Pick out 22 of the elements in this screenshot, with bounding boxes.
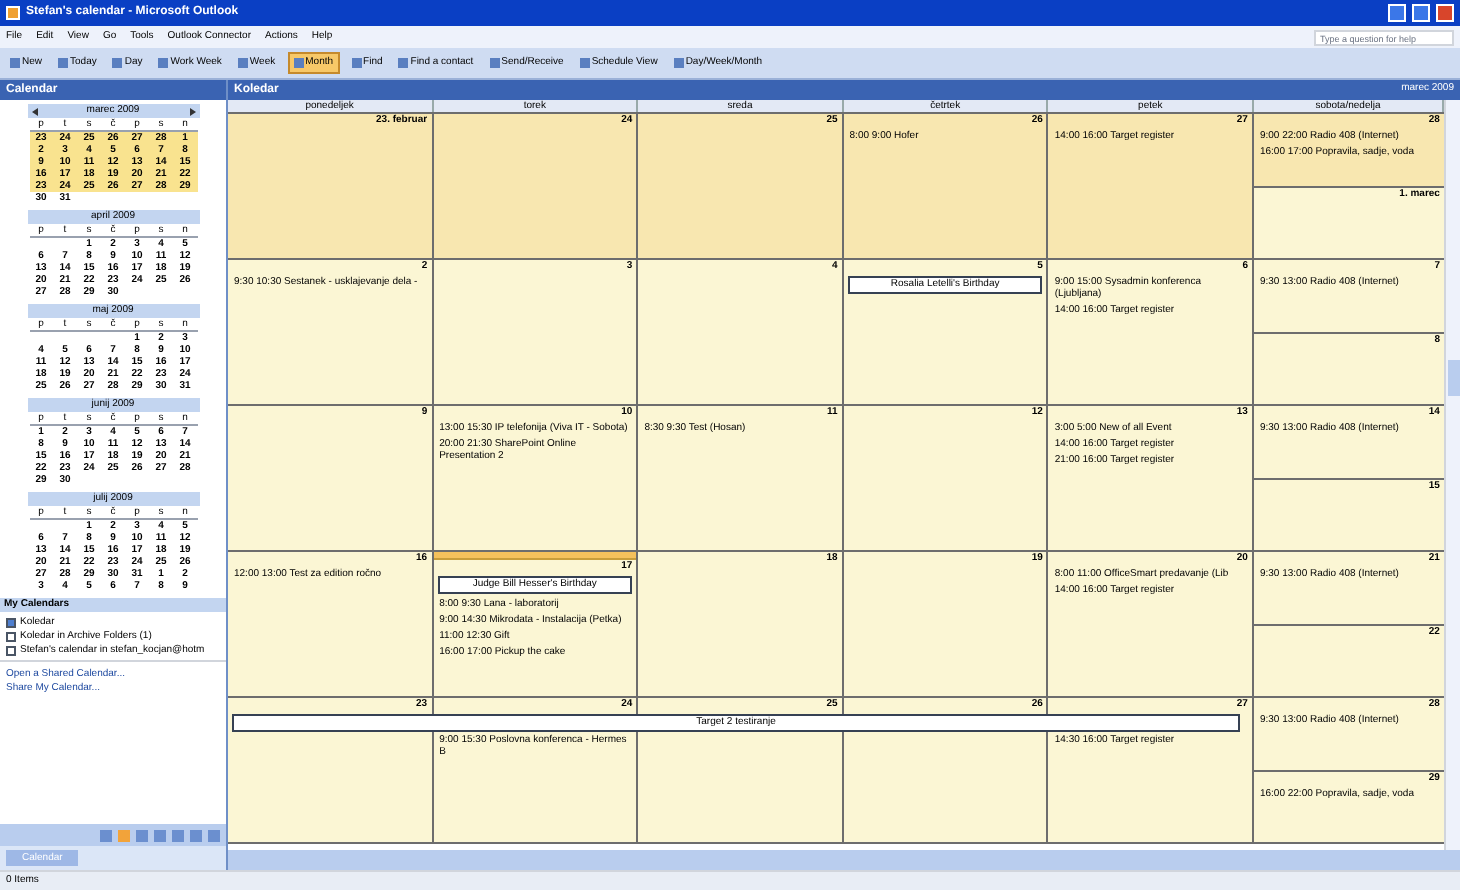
toolbar-icon — [158, 58, 169, 68]
toolbar-icon — [351, 58, 362, 68]
minimize-button[interactable] — [1388, 4, 1406, 22]
close-button[interactable] — [1436, 4, 1454, 22]
toolbar-icon — [10, 58, 20, 68]
toolbar-icon — [112, 58, 123, 68]
toolbar-icon — [293, 58, 304, 68]
calendar-checkbox[interactable] — [6, 645, 16, 655]
scroll-thumb[interactable] — [1447, 360, 1459, 396]
vertical-scrollbar[interactable] — [1444, 100, 1460, 850]
toolbar-icon — [489, 58, 500, 68]
calendar-checkbox[interactable] — [6, 631, 16, 641]
calendar-checkbox[interactable] — [6, 617, 16, 627]
app-icon — [6, 6, 20, 20]
toolbar-icon — [673, 58, 684, 68]
toolbar-icon — [579, 58, 590, 68]
toolbar-icon — [398, 58, 409, 68]
toolbar-icon — [237, 58, 248, 68]
toolbar-icon — [58, 58, 69, 68]
previous-arrow-icon[interactable] — [31, 107, 37, 115]
maximize-button[interactable] — [1412, 4, 1430, 22]
next-arrow-icon[interactable] — [189, 107, 195, 115]
